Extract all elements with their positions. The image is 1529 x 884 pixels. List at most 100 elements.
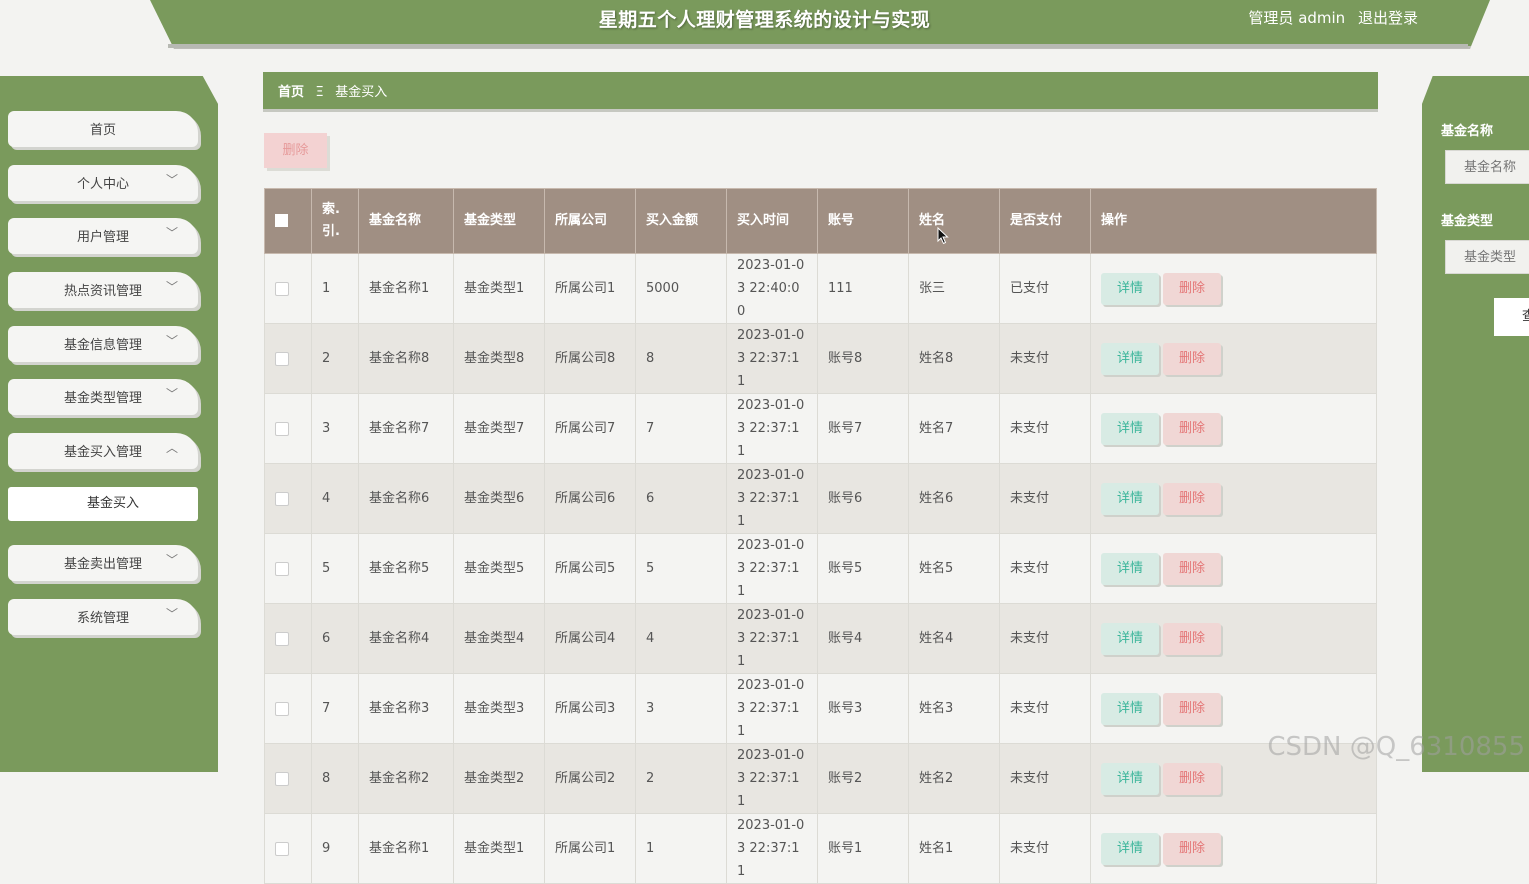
sidebar-item-2[interactable]: 用户管理 ﹀ — [8, 218, 198, 254]
header-index: 索.引. — [311, 188, 359, 254]
cell-idx: 1 — [311, 253, 359, 324]
table-body: 1 基金名称1 基金类型1 所属公司1 5000 2023-01-03 22:40:00 1… — [264, 253, 1377, 884]
cell-type: 基金类型4 — [453, 603, 545, 674]
fund-type-label: 基金类型 — [1441, 214, 1494, 229]
cell-operations: 详情 删除 — [1090, 253, 1377, 324]
fund-name-input[interactable] — [1445, 150, 1529, 184]
detail-button[interactable]: 详情 — [1101, 832, 1159, 865]
cell-paid: 未支付 — [999, 813, 1091, 884]
sidebar-item-1[interactable]: 个人中心 ﹀ — [8, 165, 198, 201]
row-checkbox[interactable] — [275, 771, 289, 786]
delete-button[interactable]: 删除 — [1163, 412, 1221, 445]
detail-button[interactable]: 详情 — [1101, 552, 1159, 585]
detail-button[interactable]: 详情 — [1101, 342, 1159, 375]
fund-type-input[interactable] — [1445, 240, 1529, 274]
logout-link[interactable]: 退出登录 — [1358, 9, 1418, 27]
table-row: 1 基金名称1 基金类型1 所属公司1 5000 2023-01-03 22:40:00 1… — [264, 253, 1377, 324]
sidebar-item-label: 基金卖出管理 — [63, 557, 142, 572]
cell-paid: 未支付 — [999, 393, 1091, 464]
detail-button[interactable]: 详情 — [1101, 692, 1159, 725]
sidebar-item-5[interactable]: 基金类型管理 ﹀ — [8, 379, 198, 415]
row-checkbox[interactable] — [275, 421, 289, 436]
select-all-checkbox[interactable] — [275, 214, 288, 227]
detail-button[interactable]: 详情 — [1101, 622, 1159, 655]
chevron-down-icon: ﹀ — [165, 280, 178, 294]
delete-button[interactable]: 删除 — [1163, 692, 1221, 725]
row-checkbox[interactable] — [275, 491, 289, 506]
sidebar-item-3[interactable]: 热点资讯管理 ﹀ — [8, 272, 198, 308]
delete-button[interactable]: 删除 — [1163, 762, 1221, 795]
admin-label: 管理员 admin — [1248, 9, 1346, 27]
cell-account: 111 — [817, 253, 909, 324]
cell-operations: 详情 删除 — [1090, 533, 1377, 604]
detail-button[interactable]: 详情 — [1101, 272, 1159, 305]
cell-idx: 2 — [311, 323, 359, 394]
cell-idx: 8 — [311, 743, 359, 814]
admin-area: 管理员 admin 退出登录 — [1240, 7, 1418, 28]
cell-username: 姓名8 — [908, 323, 1000, 394]
sidebar-item-0[interactable]: 首页 — [8, 111, 198, 147]
cell-name: 基金名称8 — [358, 323, 454, 394]
cell-company: 所属公司8 — [544, 323, 636, 394]
delete-button[interactable]: 删除 — [1163, 342, 1221, 375]
select-all-header[interactable] — [264, 188, 312, 254]
table-row: 2 基金名称8 基金类型8 所属公司8 8 2023-01-03 22:37:11 账号8 姓… — [264, 323, 1377, 394]
row-select-cell — [264, 323, 312, 394]
cell-amount: 5 — [635, 533, 727, 604]
batch-delete-button[interactable]: 删除 — [264, 133, 327, 168]
row-select-cell — [264, 743, 312, 814]
delete-button[interactable]: 删除 — [1163, 832, 1221, 865]
cell-company: 所属公司4 — [544, 603, 636, 674]
cell-username: 姓名5 — [908, 533, 1000, 604]
breadcrumb: 首页 Ξ 基金买入 — [263, 72, 1378, 112]
sidebar-item-8[interactable]: 系统管理 ﹀ — [8, 599, 198, 635]
cell-idx: 7 — [311, 673, 359, 744]
chevron-down-icon: ﹀ — [165, 553, 178, 567]
fund-name-label: 基金名称 — [1441, 124, 1494, 139]
cell-type: 基金类型3 — [453, 673, 545, 744]
detail-button[interactable]: 详情 — [1101, 412, 1159, 445]
cell-paid: 未支付 — [999, 463, 1091, 534]
cell-operations: 详情 删除 — [1090, 463, 1377, 534]
detail-button[interactable]: 详情 — [1101, 762, 1159, 795]
cell-time: 2023-01-03 22:40:00 — [726, 253, 818, 324]
delete-button[interactable]: 删除 — [1163, 482, 1221, 515]
query-button[interactable]: 查 — [1494, 298, 1529, 336]
cell-amount: 6 — [635, 463, 727, 534]
delete-button[interactable]: 删除 — [1163, 552, 1221, 585]
cell-type: 基金类型7 — [453, 393, 545, 464]
row-checkbox[interactable] — [275, 701, 289, 716]
breadcrumb-current: 基金买入 — [335, 85, 388, 100]
chevron-down-icon: ﹀ — [165, 334, 178, 348]
row-checkbox[interactable] — [275, 631, 289, 646]
breadcrumb-home[interactable]: 首页 — [278, 85, 304, 100]
row-checkbox[interactable] — [275, 841, 289, 856]
cell-username: 张三 — [908, 253, 1000, 324]
sidebar-subitem-fund-purchase[interactable]: 基金买入 — [8, 487, 198, 521]
sidebar-item-6[interactable]: 基金买入管理 ︿ — [8, 433, 198, 469]
cell-account: 账号1 — [817, 813, 909, 884]
detail-button[interactable]: 详情 — [1101, 482, 1159, 515]
cell-operations: 详情 删除 — [1090, 393, 1377, 464]
header-paid: 是否支付 — [999, 188, 1091, 254]
cell-paid: 未支付 — [999, 323, 1091, 394]
delete-button[interactable]: 删除 — [1163, 272, 1221, 305]
cell-account: 账号4 — [817, 603, 909, 674]
cell-time: 2023-01-03 22:37:11 — [726, 533, 818, 604]
cell-company: 所属公司7 — [544, 393, 636, 464]
header-company: 所属公司 — [544, 188, 636, 254]
sidebar-item-label: 个人中心 — [76, 177, 129, 192]
row-checkbox[interactable] — [275, 561, 289, 576]
cell-type: 基金类型6 — [453, 463, 545, 534]
cell-type: 基金类型1 — [453, 253, 545, 324]
cell-company: 所属公司1 — [544, 813, 636, 884]
chevron-down-icon: ﹀ — [165, 387, 178, 401]
sidebar-item-7[interactable]: 基金卖出管理 ﹀ — [8, 545, 198, 581]
cell-time: 2023-01-03 22:37:11 — [726, 603, 818, 674]
row-checkbox[interactable] — [275, 351, 289, 366]
row-checkbox[interactable] — [275, 281, 289, 296]
table-row: 7 基金名称3 基金类型3 所属公司3 3 2023-01-03 22:37:11 账号3 姓… — [264, 673, 1377, 744]
breadcrumb-separator-icon: Ξ — [315, 85, 324, 100]
delete-button[interactable]: 删除 — [1163, 622, 1221, 655]
sidebar-item-4[interactable]: 基金信息管理 ﹀ — [8, 326, 198, 362]
